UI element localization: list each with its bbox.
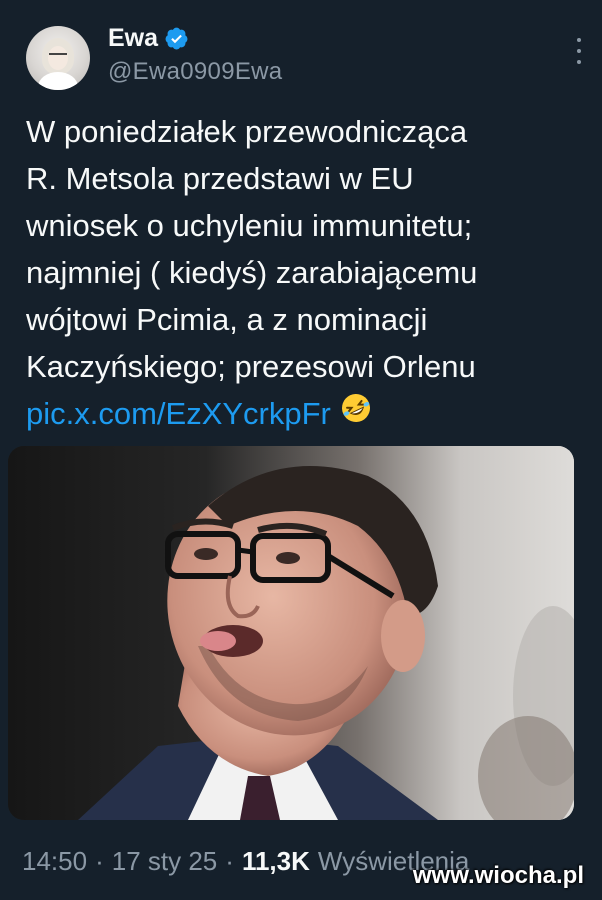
tweet-text-line: wniosek o uchyleniu immunitetu; [26,208,473,243]
name-row[interactable]: Ewa [108,24,189,53]
tweet-time[interactable]: 14:50 [22,846,87,877]
display-name[interactable]: Ewa [108,24,158,53]
tweet-text-line: wójtowi Pcimia, a z nominacji [26,302,428,337]
meta-separator: · [95,846,104,876]
meta-separator: · [225,846,234,876]
tweet-text-line: R. Metsola przedstawi w EU [26,161,414,196]
user-handle[interactable]: @Ewa0909Ewa [108,58,282,86]
tweet-text-line: Kaczyńskiego; prezesowi Orlenu [26,349,476,384]
avatar[interactable] [26,26,90,90]
verified-badge-icon [165,27,188,50]
tweet-meta: 14:50 · 17 sty 25 · 11,3K Wyświetlenia [22,846,469,877]
media-link[interactable]: pic.x.com/EzXYcrkpFr [26,396,331,431]
tweet-link-line: pic.x.com/EzXYcrkpFr [26,390,586,437]
tweet-text: W poniedziałek przewodnicząca R. Metsola… [26,108,586,437]
more-options-icon[interactable] [574,38,584,64]
tweet-date[interactable]: 17 sty 25 [112,846,218,877]
tweet-header: Ewa @Ewa0909Ewa [26,22,588,92]
tweet-card: Ewa @Ewa0909Ewa W poniedziałek przewodni… [0,0,602,900]
rolling-on-floor-laughing-icon [341,394,370,422]
watermark-text: www.wiocha.pl [412,862,584,889]
tweet-media-photo[interactable] [8,446,574,820]
tweet-text-line: W poniedziałek przewodnicząca [26,114,468,149]
tweet-text-line: najmniej ( kiedyś) zarabiającemu [26,255,478,290]
views-count: 11,3K [241,846,310,876]
